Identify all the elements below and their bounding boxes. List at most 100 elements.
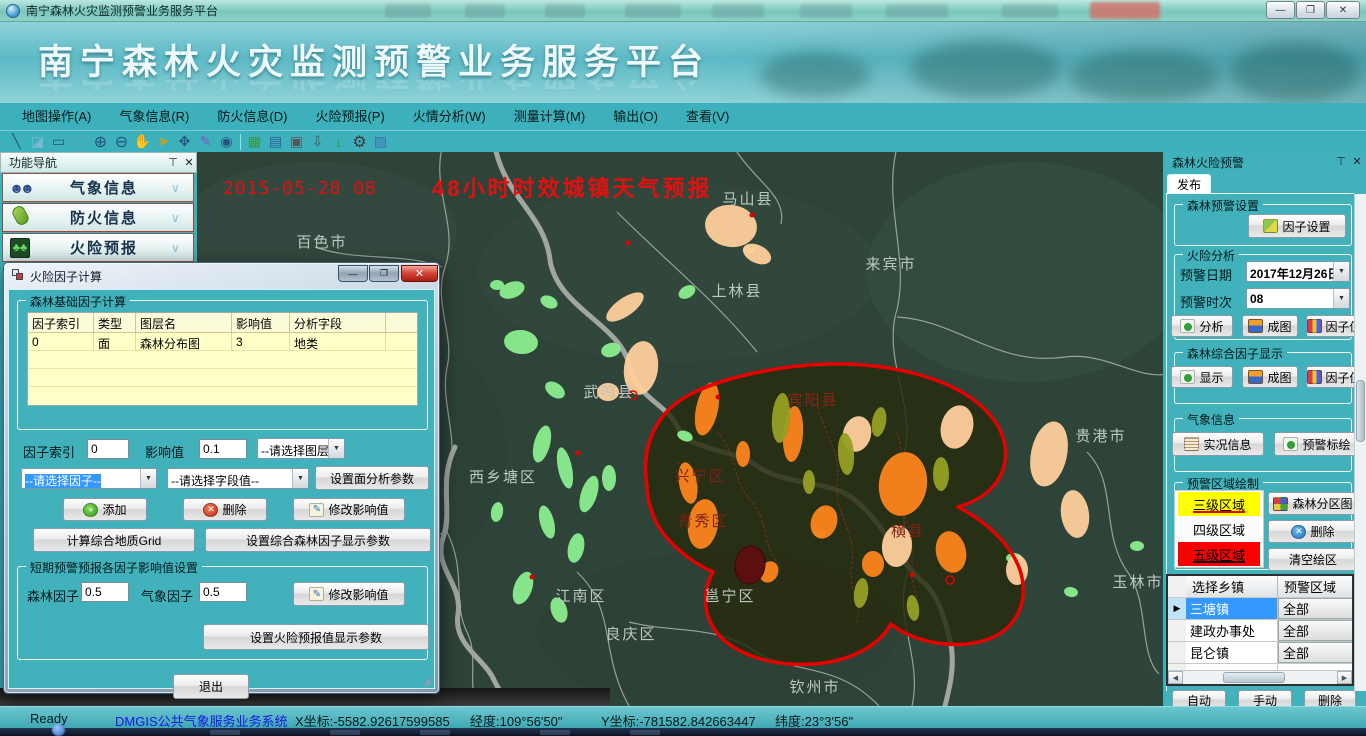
- zoom-in-icon[interactable]: ⊕: [90, 132, 111, 152]
- exit-button[interactable]: 退出: [173, 674, 249, 699]
- erase-icon[interactable]: ◪: [27, 132, 48, 152]
- scroll-left-arrow[interactable]: ◀: [1168, 671, 1183, 684]
- warning-date-select[interactable]: 2017年12月26日 ▼: [1246, 261, 1350, 282]
- restore-button[interactable]: ❐: [1296, 1, 1325, 19]
- calc-grid-button[interactable]: 计算综合地质Grid: [33, 528, 195, 552]
- close-icon[interactable]: ✕: [1350, 155, 1364, 169]
- set-fire-display-button[interactable]: 设置火险预报值显示参数: [203, 624, 429, 650]
- draw-line-icon[interactable]: ╲: [6, 132, 27, 152]
- horizontal-scrollbar[interactable]: ◀ ▶: [1168, 670, 1352, 684]
- close-button[interactable]: ✕: [1326, 1, 1360, 19]
- warning-plot-button[interactable]: 预警标绘: [1274, 432, 1360, 456]
- scroll-right-arrow[interactable]: ▶: [1337, 671, 1352, 684]
- make-map-button-2[interactable]: 成图: [1242, 366, 1298, 388]
- col-header: 影响值: [232, 313, 290, 332]
- sidebar-item-fire-prevention[interactable]: 防火信息 ∨: [2, 203, 194, 232]
- ellipse-icon[interactable]: ◯: [69, 132, 90, 152]
- level5-region-button[interactable]: 五级区域: [1178, 542, 1260, 566]
- township-row[interactable]: 昆仑镇 全部: [1168, 642, 1352, 664]
- township-row-selected[interactable]: ▶ 三塘镇 全部: [1168, 598, 1352, 620]
- modify-impact-button[interactable]: ✎ 修改影响值: [293, 498, 405, 521]
- zoom-window-icon[interactable]: ◉: [216, 132, 237, 152]
- modify-impact-button-2[interactable]: ✎ 修改影响值: [293, 582, 405, 606]
- fire-factor-dialog[interactable]: 火险因子计算 — ❐ ✕ 森林基础因子计算 因子索引 类型 图层名 影响值 分析…: [3, 262, 440, 694]
- zoom-out-icon[interactable]: ⊖: [111, 132, 132, 152]
- delete-button[interactable]: ✕ 删除: [183, 498, 267, 521]
- menu-output[interactable]: 输出(O): [599, 103, 672, 130]
- pin-icon[interactable]: ⊤: [1334, 155, 1348, 169]
- level3-region-button[interactable]: 三级区域: [1178, 492, 1260, 516]
- dialog-close-button[interactable]: ✕: [401, 265, 438, 282]
- menu-fire-risk-forecast[interactable]: 火险预报(P): [301, 103, 398, 130]
- menu-fire-prevention[interactable]: 防火信息(D): [203, 103, 301, 130]
- sketch-pen-icon[interactable]: ✎: [195, 132, 216, 152]
- forest-partition-map-button[interactable]: 森林分区图: [1268, 492, 1358, 515]
- analyze-button[interactable]: 分析: [1171, 315, 1233, 337]
- group-title: 短期预警预报各因子影响值设置: [26, 559, 202, 576]
- region-cell[interactable]: 全部: [1278, 598, 1352, 619]
- set-area-params-button[interactable]: 设置面分析参数: [315, 466, 429, 490]
- menu-measurement[interactable]: 测量计算(M): [500, 103, 600, 130]
- menu-weather-info[interactable]: 气象信息(R): [105, 103, 203, 130]
- minimize-button[interactable]: —: [1266, 1, 1295, 19]
- map-district-label: 兴宁区: [674, 468, 725, 485]
- image-view-icon[interactable]: ▦: [244, 132, 265, 152]
- dialog-minimize-button[interactable]: —: [338, 265, 368, 282]
- forest-factor-field[interactable]: [81, 582, 129, 602]
- close-icon[interactable]: ✕: [182, 156, 196, 170]
- factor-select[interactable]: --请选择因子-- ▼: [21, 468, 157, 489]
- clear-drawing-button[interactable]: 清空绘区: [1268, 548, 1358, 571]
- factor-index-field[interactable]: [87, 439, 129, 459]
- layer-doc-icon[interactable]: ▤: [265, 132, 286, 152]
- move-cross-icon[interactable]: ✥: [174, 132, 195, 152]
- print-icon[interactable]: ▣: [286, 132, 307, 152]
- township-row[interactable]: 建政办事处 全部: [1168, 620, 1352, 642]
- weather-factor-field[interactable]: [199, 582, 247, 602]
- map-city-label: 贵港市: [1075, 428, 1126, 445]
- region-cell[interactable]: 全部: [1278, 620, 1352, 641]
- make-map-button[interactable]: 成图: [1242, 315, 1298, 337]
- set-comprehensive-display-button[interactable]: 设置综合森林因子显示参数: [205, 528, 431, 552]
- sidebar-item-weather-info[interactable]: ☻☻ 气象信息 ∨: [2, 173, 194, 202]
- dialog-maximize-button[interactable]: ❐: [369, 265, 399, 282]
- region-cell[interactable]: 全部: [1278, 642, 1352, 663]
- impact-value-field[interactable]: [199, 439, 247, 459]
- photo-icon[interactable]: ▨: [370, 132, 391, 152]
- delete-region-button[interactable]: ✕ 删除: [1268, 520, 1358, 543]
- bar-chart-icon: [1307, 370, 1322, 384]
- menu-map-operations[interactable]: 地图操作(A): [8, 103, 105, 130]
- tab-publish[interactable]: 发布: [1167, 174, 1211, 194]
- menu-view[interactable]: 查看(V): [672, 103, 743, 130]
- add-button[interactable]: + 添加: [63, 498, 147, 521]
- settings-gear-icon[interactable]: ⚙: [349, 132, 370, 152]
- factor-table-row[interactable]: 0 面 森林分布图 3 地类: [28, 333, 417, 351]
- township-table[interactable]: 选择乡镇 预警区域 ▶ 三塘镇 全部 建政办事处 全部 昆仑镇 全部 ◀ ▶: [1166, 574, 1354, 686]
- start-orb-icon[interactable]: [52, 724, 65, 736]
- pan-hand-icon[interactable]: ✋: [132, 132, 153, 152]
- live-info-button[interactable]: 实况信息: [1172, 432, 1264, 456]
- layer-select[interactable]: --请选择图层-- ▼: [257, 438, 345, 459]
- taskbar-item[interactable]: [330, 730, 360, 735]
- level4-region-button[interactable]: 四级区域: [1178, 517, 1260, 541]
- select-arrow-icon[interactable]: ➤: [153, 132, 174, 152]
- field-value-select[interactable]: --请选择字段值-- ▼: [167, 468, 309, 489]
- menu-fire-analysis[interactable]: 火情分析(W): [399, 103, 500, 130]
- taskbar-item[interactable]: [420, 730, 450, 735]
- pin-icon[interactable]: ⊤: [166, 156, 180, 170]
- download-icon[interactable]: ↓: [328, 132, 349, 152]
- factor-table[interactable]: 因子索引 类型 图层名 影响值 分析字段 0 面 森林分布图 3 地类: [27, 312, 418, 406]
- vertical-scrollbar[interactable]: [1354, 194, 1366, 691]
- rectangle-icon[interactable]: ▭: [48, 132, 69, 152]
- factor-settings-button[interactable]: 因子设置: [1248, 214, 1346, 238]
- show-button[interactable]: 显示: [1171, 366, 1233, 388]
- sidebar-item-fire-risk-forecast[interactable]: ♣♣ 火险预报 ∨: [2, 233, 194, 262]
- taskbar-item[interactable]: [210, 730, 240, 735]
- taskbar-item[interactable]: [540, 730, 570, 735]
- windows-taskbar[interactable]: [0, 728, 1366, 736]
- warning-time-select[interactable]: 08 ▼: [1246, 288, 1350, 309]
- scroll-thumb[interactable]: [1223, 672, 1285, 683]
- scroll-thumb[interactable]: [1356, 380, 1365, 442]
- resize-grip[interactable]: ◢: [423, 676, 431, 687]
- print-export-icon[interactable]: ⇩: [307, 132, 328, 152]
- taskbar-item[interactable]: [630, 730, 660, 735]
